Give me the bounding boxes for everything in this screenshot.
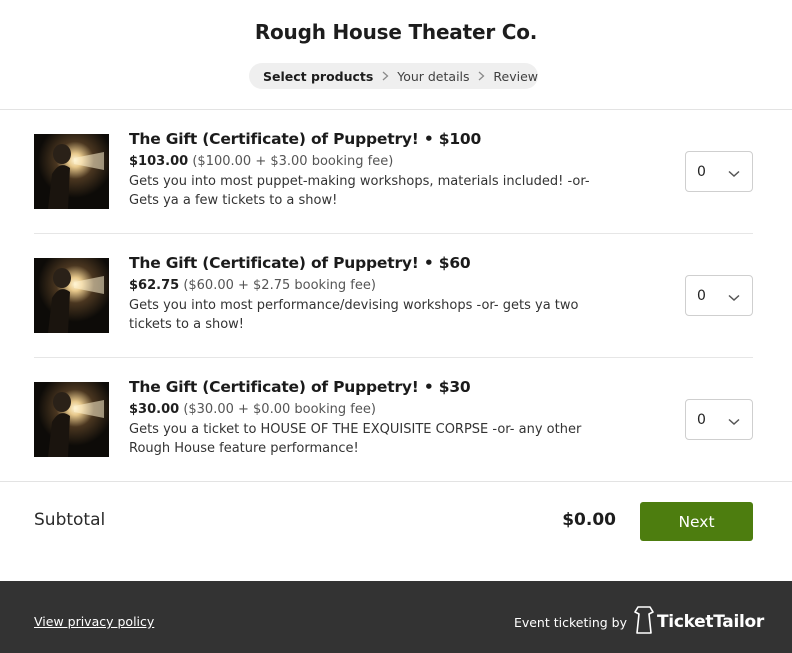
ticketing-by-label: Event ticketing by [513,614,627,630]
chevron-down-icon [728,290,740,306]
quantity-value: 0 [697,163,706,180]
chevron-down-icon [728,414,740,430]
product-price-breakdown: ($60.00 + $2.75 booking fee) [183,278,376,293]
product-description: Gets you into most puppet-making worksho… [129,174,590,208]
chevron-right-icon [470,71,494,81]
quantity-value: 0 [697,411,706,428]
chevron-right-icon [373,71,397,81]
privacy-policy-link[interactable]: View privacy policy [34,614,154,629]
ticket-tailor-brand[interactable]: TicketTailor [657,612,764,632]
checkout-steps: Select products Your details Review [249,63,538,89]
product-item: The Gift (Certificate) of Puppetry! • $3… [34,358,753,482]
product-item: The Gift (Certificate) of Puppetry! • $1… [34,110,753,234]
quantity-select[interactable]: 0 [685,275,753,316]
subtotal-amount: $0.00 [562,510,616,530]
product-price-breakdown: ($30.00 + $0.00 booking fee) [183,402,376,417]
ticketing-attribution: Event ticketing by TicketTailor [514,605,764,639]
product-total: $30.00 [129,402,180,417]
product-price-breakdown: ($100.00 + $3.00 booking fee) [192,154,394,169]
step-review: Review [493,68,538,84]
step-select-products: Select products [263,68,374,84]
product-info: The Gift (Certificate) of Puppetry! • $3… [129,378,609,458]
product-info: The Gift (Certificate) of Puppetry! • $6… [129,254,609,334]
subtotal-label: Subtotal [34,510,106,530]
product-total: $62.75 [129,278,180,293]
product-description: Gets you a ticket to HOUSE OF THE EXQUIS… [129,422,582,456]
ticket-tailor-logo-icon [633,605,655,639]
product-list: The Gift (Certificate) of Puppetry! • $1… [34,110,753,482]
quantity-select[interactable]: 0 [685,399,753,440]
next-button[interactable]: Next [640,502,753,541]
product-image [34,382,109,457]
product-price: $62.75 ($60.00 + $2.75 booking fee) [129,278,609,293]
product-price: $103.00 ($100.00 + $3.00 booking fee) [129,154,609,169]
product-image [34,258,109,333]
step-your-details: Your details [397,68,470,84]
product-info: The Gift (Certificate) of Puppetry! • $1… [129,130,609,210]
page-title: Rough House Theater Co. [254,20,538,44]
product-item: The Gift (Certificate) of Puppetry! • $6… [34,234,753,358]
product-total: $103.00 [129,154,189,169]
chevron-down-icon [728,166,740,182]
product-image [34,134,109,209]
product-name: The Gift (Certificate) of Puppetry! • $3… [129,378,471,396]
subtotal-bar: Subtotal $0.00 Next [0,481,792,581]
product-name: The Gift (Certificate) of Puppetry! • $1… [129,130,482,148]
product-description: Gets you into most performance/devising … [129,298,579,332]
page-header: Rough House Theater Co. Select products … [0,0,792,110]
product-name: The Gift (Certificate) of Puppetry! • $6… [129,254,471,272]
quantity-value: 0 [697,287,706,304]
product-price: $30.00 ($30.00 + $0.00 booking fee) [129,402,609,417]
page-footer: View privacy policy Event ticketing by T… [0,581,792,653]
quantity-select[interactable]: 0 [685,151,753,192]
